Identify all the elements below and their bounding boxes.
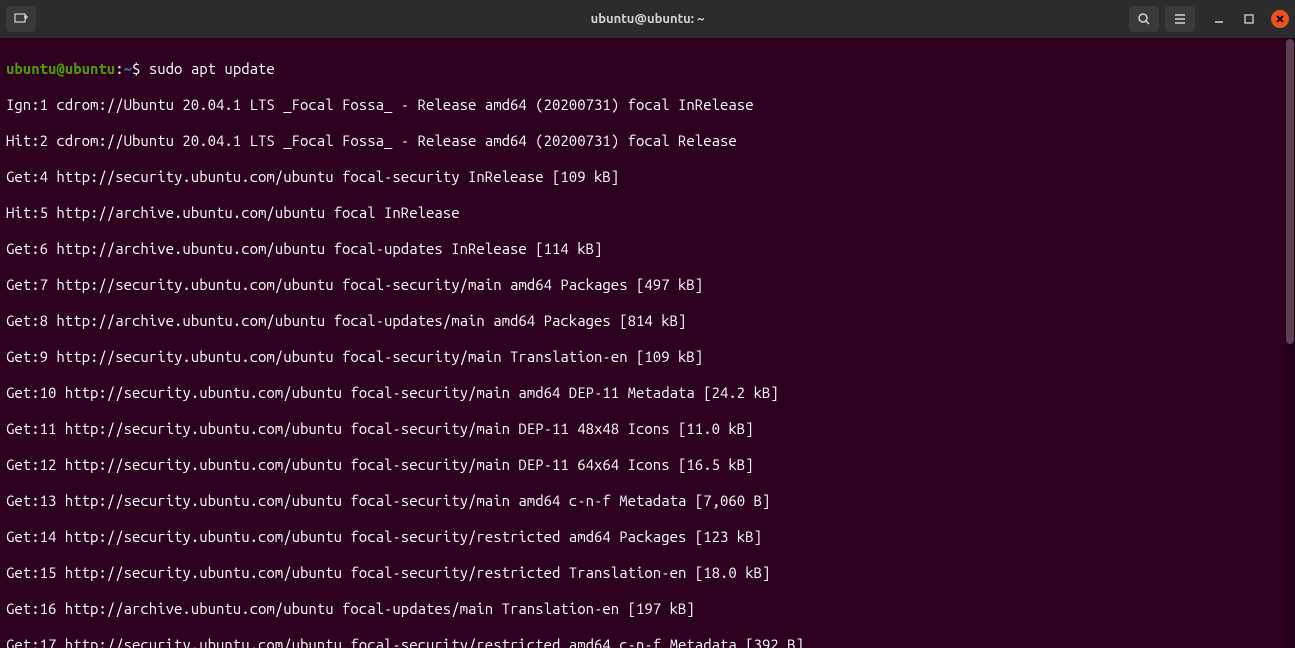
prompt-user-host: ubuntu@ubuntu [6,60,115,77]
minimize-icon [1213,13,1225,25]
close-button[interactable] [1271,10,1289,28]
output-line: Get:10 http://security.ubuntu.com/ubuntu… [6,384,1289,402]
output-line: Get:13 http://security.ubuntu.com/ubuntu… [6,492,1289,510]
output-line: Get:6 http://archive.ubuntu.com/ubuntu f… [6,240,1289,258]
output-line: Get:9 http://security.ubuntu.com/ubuntu … [6,348,1289,366]
output-line: Get:14 http://security.ubuntu.com/ubuntu… [6,528,1289,546]
window-title: ubuntu@ubuntu: ~ [591,12,705,26]
terminal-content[interactable]: ubuntu@ubuntu:~$ sudo apt update Ign:1 c… [0,38,1295,648]
titlebar: ubuntu@ubuntu: ~ [0,0,1295,38]
output-line: Ign:1 cdrom://Ubuntu 20.04.1 LTS _Focal … [6,96,1289,114]
window-controls [1211,10,1289,28]
command-text: sudo apt update [149,60,275,77]
output-line: Get:12 http://security.ubuntu.com/ubuntu… [6,456,1289,474]
output-line: Get:15 http://security.ubuntu.com/ubuntu… [6,564,1289,582]
minimize-button[interactable] [1211,11,1227,27]
menu-button[interactable] [1165,6,1195,32]
titlebar-right [1129,6,1289,32]
scrollbar[interactable] [1285,38,1295,648]
scrollbar-thumb[interactable] [1286,39,1294,344]
prompt-separator: : [115,60,123,77]
close-icon [1276,15,1284,23]
output-line: Get:16 http://archive.ubuntu.com/ubuntu … [6,600,1289,618]
search-button[interactable] [1129,6,1159,32]
prompt-symbol: $ [132,60,140,77]
output-line: Get:4 http://security.ubuntu.com/ubuntu … [6,168,1289,186]
output-line: Get:11 http://security.ubuntu.com/ubuntu… [6,420,1289,438]
output-line: Hit:2 cdrom://Ubuntu 20.04.1 LTS _Focal … [6,132,1289,150]
output-line: Hit:5 http://archive.ubuntu.com/ubuntu f… [6,204,1289,222]
maximize-icon [1243,13,1255,25]
new-tab-button[interactable] [6,6,36,32]
search-icon [1136,11,1152,27]
output-line: Get:8 http://archive.ubuntu.com/ubuntu f… [6,312,1289,330]
prompt-line: ubuntu@ubuntu:~$ sudo apt update [6,60,1289,78]
maximize-button[interactable] [1241,11,1257,27]
titlebar-left [6,6,36,32]
output-line: Get:7 http://security.ubuntu.com/ubuntu … [6,276,1289,294]
output-line: Get:17 http://security.ubuntu.com/ubuntu… [6,636,1289,648]
hamburger-icon [1172,11,1188,27]
new-tab-icon [13,11,29,27]
prompt-path: ~ [124,60,132,77]
